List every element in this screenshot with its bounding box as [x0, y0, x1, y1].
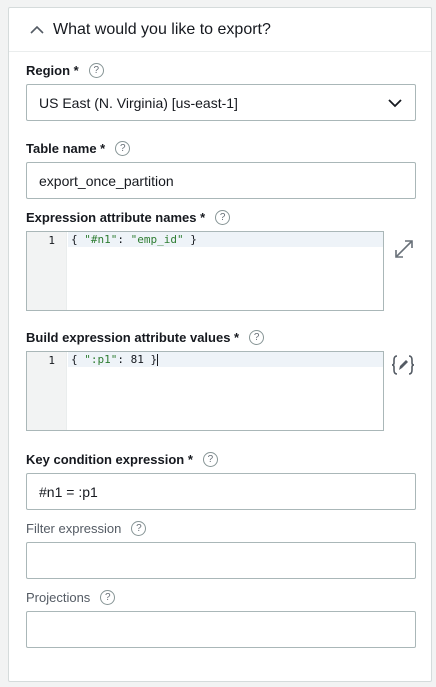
help-icon[interactable]: ?	[88, 63, 104, 78]
line-number: 1	[48, 234, 55, 247]
table-name-input[interactable]: export_once_partition	[26, 162, 416, 199]
key-condition-label-text: Key condition expression *	[26, 452, 193, 467]
help-icon[interactable]: ?	[131, 521, 147, 536]
json-builder-icon[interactable]	[391, 353, 415, 377]
expr-attr-values-label-text: Build expression attribute values *	[26, 330, 240, 345]
expr-attr-names-label-text: Expression attribute names *	[26, 210, 206, 225]
region-label-text: Region *	[26, 63, 79, 78]
table-name-value: export_once_partition	[39, 172, 174, 189]
help-icon[interactable]: ?	[215, 210, 231, 225]
table-name-label: Table name * ?	[26, 141, 131, 156]
key-condition-input[interactable]: #n1 = :p1	[26, 473, 416, 510]
filter-expression-label: Filter expression ?	[26, 521, 147, 536]
text-cursor	[157, 354, 159, 366]
editor-gutter: 1	[27, 352, 67, 430]
region-label: Region * ?	[26, 63, 104, 78]
region-value: US East (N. Virginia) [us-east-1]	[39, 94, 238, 111]
help-icon[interactable]: ?	[249, 330, 265, 345]
panel-title: What would you like to export?	[53, 20, 271, 38]
key-condition-value: #n1 = :p1	[39, 483, 98, 500]
filter-expression-label-text: Filter expression	[26, 521, 122, 536]
expr-attr-values-label: Build expression attribute values * ?	[26, 330, 265, 345]
help-icon[interactable]: ?	[115, 141, 131, 156]
editor-gutter: 1	[27, 232, 67, 310]
expr-attr-values-editor[interactable]: 1 { ":p1": 81 }	[26, 351, 384, 431]
line-number: 1	[48, 354, 55, 367]
projections-label-text: Projections	[26, 590, 91, 605]
region-select[interactable]: US East (N. Virginia) [us-east-1]	[26, 84, 416, 121]
code-line[interactable]: { "#n1": "emp_id" }	[71, 233, 197, 246]
panel-header[interactable]: What would you like to export?	[9, 8, 431, 52]
table-name-label-text: Table name *	[26, 141, 106, 156]
key-condition-label: Key condition expression * ?	[26, 452, 218, 467]
code-line[interactable]: { ":p1": 81 }	[71, 353, 159, 366]
filter-expression-input[interactable]	[26, 542, 416, 579]
chevron-up-icon[interactable]	[29, 22, 45, 38]
expr-attr-names-label: Expression attribute names * ?	[26, 210, 231, 225]
projections-input[interactable]	[26, 611, 416, 648]
chevron-down-icon	[388, 99, 402, 108]
projections-label: Projections ?	[26, 590, 116, 605]
help-icon[interactable]: ?	[202, 452, 218, 467]
expr-attr-names-editor[interactable]: 1 { "#n1": "emp_id" }	[26, 231, 384, 311]
expand-icon[interactable]	[392, 237, 416, 261]
help-icon[interactable]: ?	[100, 590, 116, 605]
export-panel: What would you like to export? Region * …	[8, 7, 432, 682]
